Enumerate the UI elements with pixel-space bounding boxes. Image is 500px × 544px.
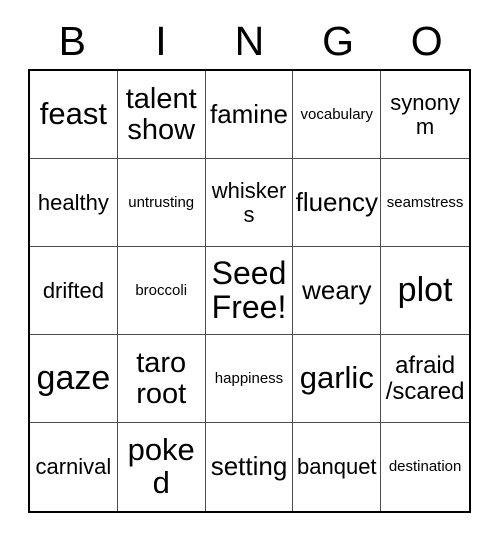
bingo-cell[interactable]: seamstress	[381, 159, 469, 247]
bingo-cell-label: fluency	[295, 186, 378, 217]
bingo-cell-label: talent show	[125, 83, 197, 146]
bingo-cell[interactable]: gaze	[30, 335, 118, 423]
bingo-cell-label: untrusting	[128, 193, 195, 211]
bingo-cell-label: plot	[397, 270, 453, 309]
bingo-header: B I N G O	[28, 14, 471, 69]
bingo-cell[interactable]: afraid /scared	[381, 335, 469, 423]
bingo-cell-label: seamstress	[386, 193, 464, 211]
bingo-cell[interactable]: drifted	[30, 247, 118, 335]
bingo-cell[interactable]: setting	[205, 423, 294, 511]
bingo-cell[interactable]: poked	[117, 423, 206, 511]
bingo-cell-label: weary	[302, 274, 372, 305]
bingo-cell[interactable]: synonym	[381, 71, 469, 159]
bingo-cell[interactable]: vocabulary	[293, 71, 382, 159]
bingo-cell[interactable]: happiness	[205, 335, 294, 423]
bingo-cell[interactable]: weary	[293, 247, 382, 335]
bingo-cell-label: happiness	[214, 369, 284, 387]
bingo-cell-label: poked	[127, 432, 195, 500]
bingo-cell-label: feast	[39, 96, 107, 132]
bingo-cell-label: broccoli	[135, 281, 188, 299]
bingo-cell[interactable]: banquet	[293, 423, 382, 511]
header-letter-n: N	[234, 18, 265, 64]
bingo-cell-label: carnival	[35, 454, 112, 480]
bingo-cell-label: destination	[388, 458, 462, 476]
bingo-cell-label: setting	[210, 451, 288, 482]
bingo-cell-label: garlic	[299, 360, 374, 396]
bingo-cell[interactable]: healthy	[30, 159, 118, 247]
bingo-cell-label: synonym	[390, 90, 460, 139]
bingo-cell[interactable]: famine	[205, 71, 294, 159]
bingo-free-space-label: Seed Free!	[211, 254, 287, 325]
header-letter-b: B	[58, 18, 86, 64]
bingo-cell[interactable]: feast	[30, 71, 118, 159]
bingo-cell-label: taro root	[136, 347, 187, 410]
bingo-cell-label: healthy	[37, 189, 109, 215]
bingo-cell[interactable]: carnival	[30, 423, 118, 511]
bingo-cell-label: famine	[209, 98, 289, 129]
header-letter-i: I	[155, 18, 167, 64]
bingo-cell[interactable]: garlic	[293, 335, 382, 423]
bingo-cell-label: vocabulary	[300, 105, 374, 123]
bingo-cell[interactable]: whiskers	[205, 159, 294, 247]
bingo-cell-label: banquet	[297, 454, 377, 480]
bingo-cell-label: whiskers	[211, 178, 287, 227]
bingo-cell[interactable]: fluency	[293, 159, 382, 247]
bingo-free-space-cell[interactable]: Seed Free!	[205, 247, 294, 335]
header-letter-o: O	[410, 18, 443, 64]
bingo-cell[interactable]: broccoli	[117, 247, 206, 335]
bingo-card: B I N G O feast talent show famine vocab…	[0, 0, 500, 544]
bingo-cell[interactable]: untrusting	[117, 159, 206, 247]
bingo-cell[interactable]: destination	[381, 423, 469, 511]
bingo-grid: feast talent show famine vocabulary syno…	[28, 69, 471, 513]
bingo-cell[interactable]: taro root	[117, 335, 206, 423]
bingo-cell-label: drifted	[42, 277, 104, 303]
header-letter-g: G	[322, 18, 355, 64]
bingo-cell[interactable]: talent show	[117, 71, 206, 159]
bingo-cell-label: afraid /scared	[385, 352, 465, 405]
bingo-cell[interactable]: plot	[381, 247, 469, 335]
bingo-cell-label: gaze	[36, 358, 111, 397]
